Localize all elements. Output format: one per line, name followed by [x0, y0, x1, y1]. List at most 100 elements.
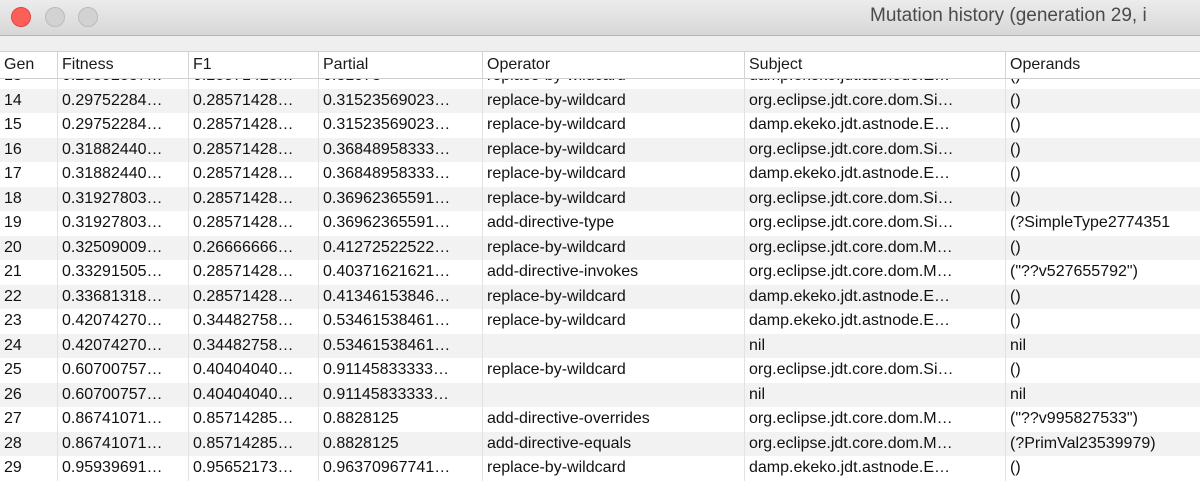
cell-partial: 0.36962365591…: [319, 211, 483, 236]
cell-operands: (): [1010, 91, 1021, 109]
column-header-fitness[interactable]: Fitness: [58, 52, 189, 78]
cell-fitness: 0.60700757…: [58, 358, 189, 383]
table-row[interactable]: 19 0.31927803… 0.28571428… 0.36962365591… ad…: [0, 211, 1200, 236]
cell-f1: 0.95652173…: [189, 456, 319, 481]
column-header-operator[interactable]: Operator: [483, 52, 745, 78]
cell-operands: (): [1010, 140, 1021, 158]
table-row[interactable]: 24 0.42074270… 0.34482758… 0.53461538461… ni…: [0, 333, 1200, 358]
cell-subject: damp.ekeko.jdt.astnode.E…: [745, 162, 1006, 187]
cell-partial: 0.36848958333…: [319, 137, 483, 162]
column-header-partial[interactable]: Partial: [319, 52, 483, 78]
cell-fitness: 0.60700757…: [58, 382, 189, 407]
cell-gen: 21: [0, 260, 58, 285]
cell-f1: 0.28571428…: [189, 211, 319, 236]
zoom-window-button[interactable]: [78, 7, 98, 27]
table-row[interactable]: 14 0.29752284… 0.28571428… 0.31523569023… re…: [0, 88, 1200, 113]
cell-gen: 22: [0, 284, 58, 309]
close-window-button[interactable]: [11, 7, 31, 27]
title-bar: Mutation history (generation 29, i: [0, 0, 1200, 36]
table-row[interactable]: 18 0.31927803… 0.28571428… 0.36962365591… re…: [0, 186, 1200, 211]
cell-subject: org.eclipse.jdt.core.dom.Si…: [745, 358, 1006, 383]
cell-partial: 0.91145833333…: [319, 358, 483, 383]
cell-f1: 0.34482758…: [189, 309, 319, 334]
cell-operator: replace-by-wildcard: [483, 309, 745, 334]
cell-partial: 0.96370967741…: [319, 456, 483, 481]
table-row[interactable]: 23 0.42074270… 0.34482758… 0.53461538461… re…: [0, 309, 1200, 334]
cell-fitness: 0.33291505…: [58, 260, 189, 285]
cell-partial: 0.41346153846…: [319, 284, 483, 309]
cell-f1: 0.34482758…: [189, 333, 319, 358]
cell-operands: (): [1010, 361, 1021, 378]
cell-gen: 20: [0, 235, 58, 260]
cell-subject: org.eclipse.jdt.core.dom.Si…: [745, 186, 1006, 211]
column-header-f1[interactable]: F1: [189, 52, 319, 78]
cell-f1: 0.85714285…: [189, 431, 319, 456]
table-row[interactable]: 29 0.95939691… 0.95652173… 0.96370967741… re…: [0, 456, 1200, 481]
cell-operator: add-directive-type: [483, 211, 745, 236]
cell-fitness: 0.95939691…: [58, 456, 189, 481]
cell-partial: 0.36848958333…: [319, 162, 483, 187]
cell-fitness: 0.29752284…: [58, 113, 189, 138]
cell-operands: ("??v995827533"): [1010, 410, 1138, 427]
cell-gen: 15: [0, 113, 58, 138]
cell-operands: (): [1010, 312, 1021, 329]
cell-operator: add-directive-invokes: [483, 260, 745, 285]
cell-gen: 28: [0, 431, 58, 456]
table-row[interactable]: 28 0.86741071… 0.85714285… 0.8828125 add-dir…: [0, 431, 1200, 456]
table-body: 130.29592837…0.28571428…0.31073replace-b…: [0, 64, 1200, 481]
cell-operator: [483, 382, 745, 407]
cell-gen: 16: [0, 137, 58, 162]
cell-gen: 26: [0, 382, 58, 407]
cell-operands: (): [1010, 165, 1021, 182]
cell-partial: 0.41272522522…: [319, 235, 483, 260]
cell-fitness: 0.31882440…: [58, 137, 189, 162]
cell-partial: 0.8828125: [319, 431, 483, 456]
cell-subject: org.eclipse.jdt.core.dom.M…: [745, 260, 1006, 285]
cell-f1: 0.28571428…: [189, 284, 319, 309]
table-row[interactable]: 17 0.31882440… 0.28571428… 0.36848958333… re…: [0, 162, 1200, 187]
cell-fitness: 0.29752284…: [58, 88, 189, 113]
table-row[interactable]: 22 0.33681318… 0.28571428… 0.41346153846… re…: [0, 284, 1200, 309]
cell-subject: org.eclipse.jdt.core.dom.M…: [745, 407, 1006, 432]
cell-f1: 0.26666666…: [189, 235, 319, 260]
cell-f1: 0.28571428…: [189, 113, 319, 138]
cell-f1: 0.28571428…: [189, 88, 319, 113]
cell-subject: nil: [745, 382, 1006, 407]
table-row[interactable]: 15 0.29752284… 0.28571428… 0.31523569023… re…: [0, 113, 1200, 138]
cell-subject: damp.ekeko.jdt.astnode.E…: [745, 284, 1006, 309]
table-row[interactable]: 21 0.33291505… 0.28571428… 0.40371621621… ad…: [0, 260, 1200, 285]
cell-subject: damp.ekeko.jdt.astnode.E…: [745, 113, 1006, 138]
cell-subject: nil: [745, 333, 1006, 358]
cell-gen: 29: [0, 456, 58, 481]
minimize-window-button[interactable]: [45, 7, 65, 27]
column-header-operands[interactable]: Operands: [1006, 52, 1200, 78]
cell-operator: add-directive-overrides: [483, 407, 745, 432]
cell-operands: (): [1010, 287, 1021, 305]
cell-f1: 0.40404040…: [189, 382, 319, 407]
table-row[interactable]: 20 0.32509009… 0.26666666… 0.41272522522… re…: [0, 235, 1200, 260]
cell-operator: replace-by-wildcard: [483, 186, 745, 211]
cell-operator: replace-by-wildcard: [483, 137, 745, 162]
cell-subject: org.eclipse.jdt.core.dom.Si…: [745, 211, 1006, 236]
cell-operator: replace-by-wildcard: [483, 113, 745, 138]
table-row[interactable]: 16 0.31882440… 0.28571428… 0.36848958333… re…: [0, 137, 1200, 162]
cell-subject: damp.ekeko.jdt.astnode.E…: [745, 456, 1006, 481]
cell-f1: 0.28571428…: [189, 137, 319, 162]
cell-fitness: 0.42074270…: [58, 309, 189, 334]
cell-fitness: 0.42074270…: [58, 333, 189, 358]
table-row[interactable]: 25 0.60700757… 0.40404040… 0.91145833333… re…: [0, 358, 1200, 383]
cell-fitness: 0.86741071…: [58, 407, 189, 432]
column-header-subject[interactable]: Subject: [745, 52, 1006, 78]
cell-gen: 17: [0, 162, 58, 187]
cell-gen: 23: [0, 309, 58, 334]
table-row[interactable]: 27 0.86741071… 0.85714285… 0.8828125 add-dir…: [0, 407, 1200, 432]
cell-operands: (?PrimVal23539979): [1010, 434, 1156, 452]
cell-operator: replace-by-wildcard: [483, 358, 745, 383]
column-header-gen[interactable]: Gen: [0, 52, 58, 78]
cell-partial: 0.91145833333…: [319, 382, 483, 407]
cell-operands: (): [1010, 238, 1021, 256]
cell-f1: 0.28571428…: [189, 186, 319, 211]
cell-partial: 0.53461538461…: [319, 309, 483, 334]
table-row[interactable]: 26 0.60700757… 0.40404040… 0.91145833333… ni…: [0, 382, 1200, 407]
mutation-history-table[interactable]: Gen Fitness F1 Partial Operator Subject …: [0, 52, 1200, 490]
